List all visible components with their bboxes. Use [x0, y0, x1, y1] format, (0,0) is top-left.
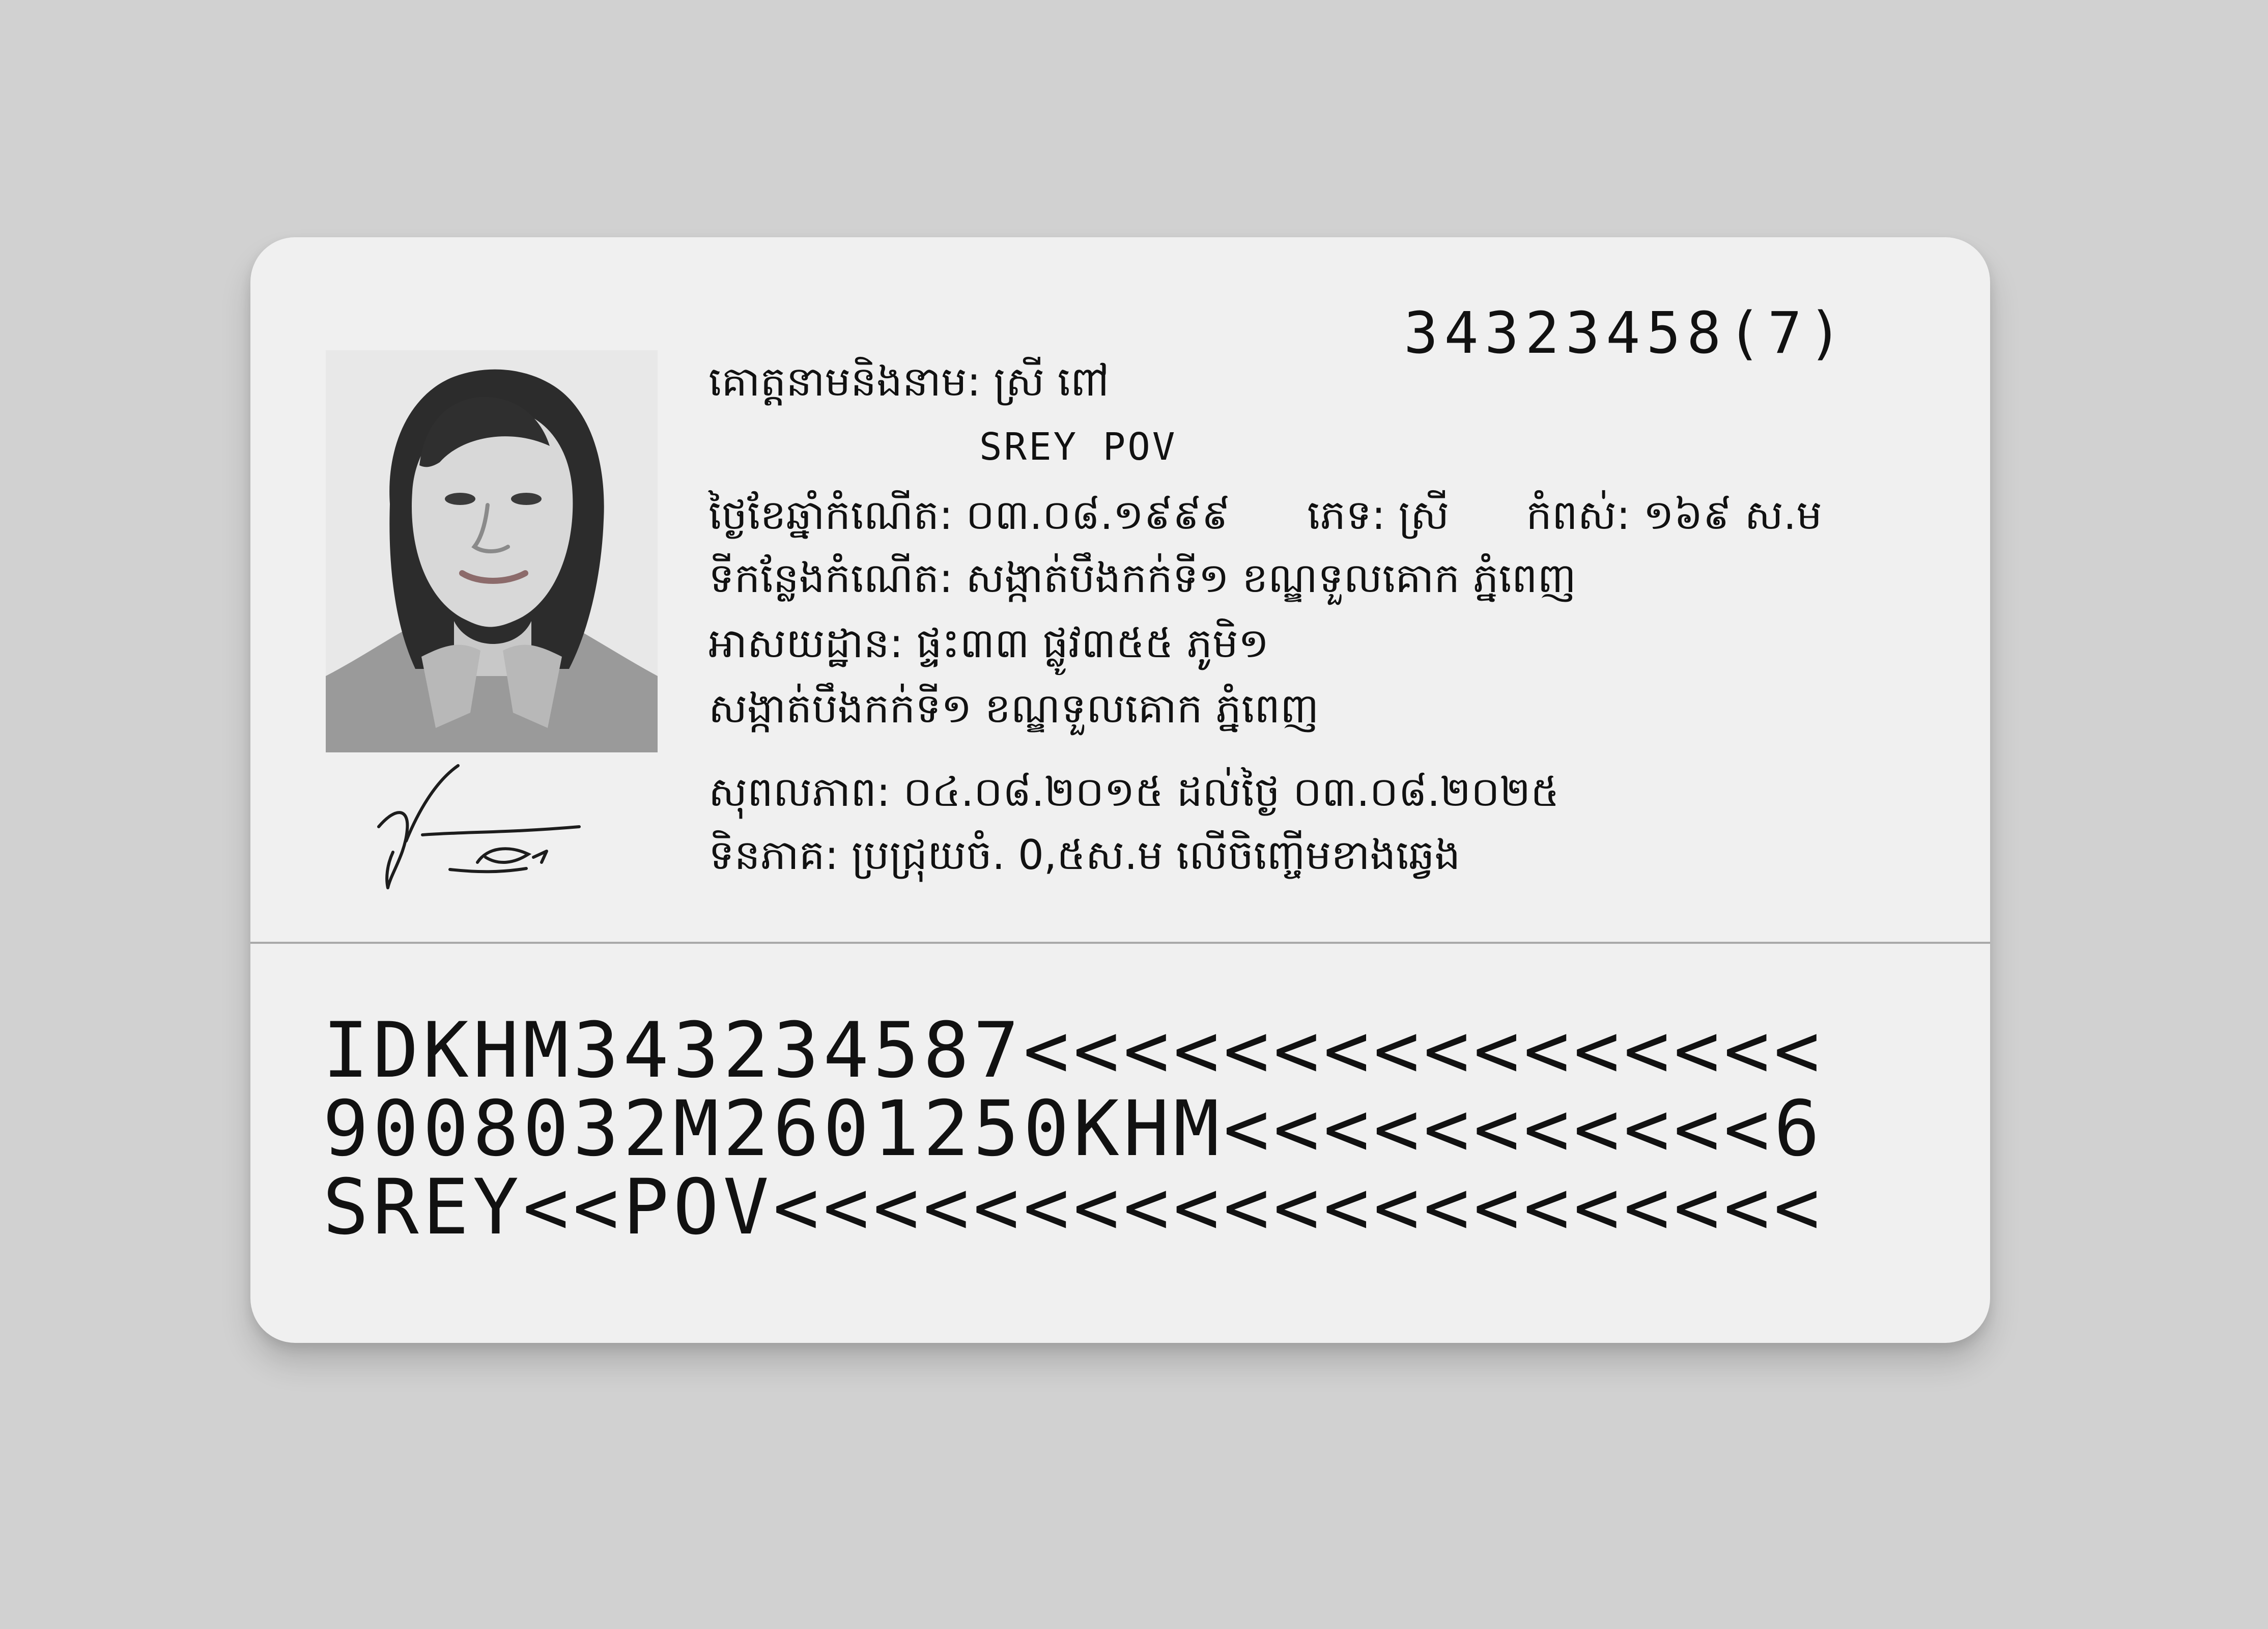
national-id-card: 34323458(7) គោត្តនាមនិងនាម: ស្រី ពៅ SREY… [250, 237, 1990, 1343]
id-number: 34323458(7) [1404, 300, 1849, 367]
address-line-1: ផ្ទះ៣៣ ផ្លូវ៣៥៥ ភូមិ១ [916, 620, 1269, 667]
address-row-1: អាសយដ្ឋាន: ផ្ទះ៣៣ ផ្លូវ៣៥៥ ភូមិ១ [708, 616, 1269, 671]
name-label: គោត្តនាមនិងនាម: [708, 358, 981, 405]
distinguishing-mark-label: ទិនភាគ: [708, 831, 839, 879]
birthplace-row: ទីកន្លែងកំណើត: សង្កាត់បឹងកក់ទី១ ខណ្ឌទួលគ… [708, 551, 1576, 606]
distinguishing-mark-row: ទិនភាគ: ប្រជ្រុយចំ. 0,៥ស.ម លើចិញ្ចើមខាងឆ… [708, 828, 1460, 883]
birth-label: ថ្ងៃខែឆ្នាំកំណើត: [708, 491, 953, 539]
birthplace-value: សង្កាត់បឹងកក់ទី១ ខណ្ឌទួលគោក ភ្នំពេញ [966, 554, 1576, 602]
validity-row: សុពលភាព: ០៤.០៨.២០១៥ ដល់ថ្ងៃ ០៣.០៨.២០២៥ [708, 765, 1560, 820]
name-value-khmer: ស្រី ពៅ [994, 358, 1110, 405]
birthplace-label: ទីកន្លែងកំណើត: [708, 554, 953, 602]
address-label: អាសយដ្ឋាន: [708, 620, 903, 667]
sex-label: ភេទ: [1307, 491, 1385, 539]
sex-value: ស្រី [1398, 491, 1450, 539]
validity-value: ០៤.០៨.២០១៥ ដល់ថ្ងៃ ០៣.០៨.២០២៥ [903, 768, 1560, 816]
validity-label: សុពលភាព: [708, 768, 891, 816]
mrz-line-1: IDKHM343234587<<<<<<<<<<<<<<<< [323, 1006, 1824, 1095]
mrz-line-2: 9008032M2601250KHM<<<<<<<<<<<6 [323, 1085, 1824, 1173]
birth-value: ០៣.០៨.១៩៩៩ [966, 491, 1231, 539]
address-line-2: សង្កាត់បឹងកក់ទី១ ខណ្ឌទួលគោក ភ្នំពេញ [708, 685, 1319, 732]
birth-sex-height-row: ថ្ងៃខែឆ្នាំកំណើត: ០៣.០៨.១៩៩៩ ភេទ: ស្រី ក… [708, 488, 1822, 543]
card-divider [250, 942, 1990, 944]
name-row: គោត្តនាមនិងនាម: ស្រី ពៅ [708, 354, 1109, 409]
portrait-photo [326, 350, 658, 752]
signature-mark [374, 762, 608, 894]
mrz-line-3: SREY<<POV<<<<<<<<<<<<<<<<<<<<< [323, 1163, 1824, 1252]
height-value: ១៦៩ ស.ម [1643, 491, 1822, 539]
name-value-latin: SREY POV [979, 425, 1177, 469]
height-label: កំពស់: [1526, 491, 1630, 539]
distinguishing-mark-value: ប្រជ្រុយចំ. 0,៥ស.ម លើចិញ្ចើមខាងឆ្វេង [851, 831, 1461, 879]
